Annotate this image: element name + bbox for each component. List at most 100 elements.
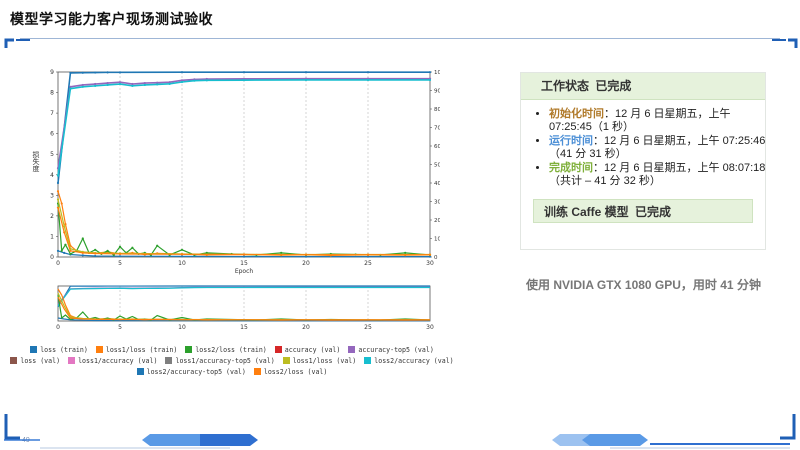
legend-swatch [364,357,372,364]
y-left-tick-label: 7 [50,110,54,117]
run-time-key: 运行时间 [549,135,593,147]
series-point [428,71,432,74]
work-status-label: 工作状态 [541,79,590,93]
series-point [242,253,246,256]
series-point [56,190,60,193]
legend-swatch [185,346,193,353]
chart-legend: loss (train) loss1/loss (train) loss2/loss… [10,344,454,377]
series-point [131,246,134,249]
series-point [156,83,159,86]
overview-x-tick-label: 10 [178,324,186,331]
bottom-right-decoration [552,414,796,449]
legend-item[interactable]: loss1/loss (val) [282,357,356,365]
legend-item[interactable]: loss2/loss (val) [253,367,328,376]
bottom-left-decoration [4,414,258,449]
series-point [56,249,60,252]
series-point [118,71,122,74]
series-point [180,253,184,256]
y-left-tick-label: 8 [50,90,54,97]
series-point [304,78,308,82]
training-chart: 0 0 5 5 10 10 15 15 20 20 25 25 30 30 0 1 2 3 4 5 6 7 8 9 0 10 20 3… [30,66,460,346]
series-point [64,243,67,246]
work-status-value: 已完成 [595,79,632,93]
series-point [69,71,72,75]
y-left-tick-label: 4 [50,172,54,179]
series-point [60,202,63,205]
series-point [168,82,171,85]
series-point [69,252,72,256]
legend-item[interactable]: loss2/accuracy-top5 (val) [136,368,246,376]
train-model-label: 训练 Caffe 模型 [544,205,629,219]
status-item-run: 运行时间：12 月 6 日星期五，上午 07:25:46（41 分 31 秒） [549,135,774,161]
top-left-corner-decoration [4,38,30,48]
series-point [404,251,407,254]
series-point [366,71,370,74]
legend-item[interactable]: loss2/accuracy (val) [364,357,454,365]
series-point [106,83,109,87]
legend-label: loss2/loss (val) [263,367,328,376]
series-point [428,78,432,82]
train-model-status: 训练 Caffe 模型 已完成 [533,199,753,223]
series-point [106,71,109,74]
series-point [56,174,60,177]
y-right-tick-label: 40 [434,181,440,187]
y-left-tick-label: 9 [50,69,54,76]
series-point [304,253,308,256]
series-point [280,251,283,254]
legend-item[interactable]: loss (train) [30,346,88,354]
series-point [180,255,184,258]
y-left-tick-label: 0 [50,254,54,261]
y-left-tick-label: 1 [50,233,54,240]
legend-swatch [10,357,18,364]
series-point [63,231,66,234]
overview-x-tick-label: 20 [302,324,310,331]
gpu-note: 使用 NVIDIA GTX 1080 GPU，用时 41 分钟 [526,278,761,292]
series-line-6 [57,199,430,256]
train-model-value: 已完成 [635,205,672,219]
legend-label: accuracy (val) [284,345,341,354]
status-item-done: 完成时间：12 月 6 日星期五，上午 08:07:18（共计 – 41 分 3… [549,162,774,188]
series-point [118,245,122,248]
legend-swatch [348,346,356,353]
legend-item[interactable]: loss1/loss (train) [95,345,178,354]
y-left-tick-label: 6 [50,131,54,138]
overview-x-tick-label: 5 [118,324,122,331]
series-point [94,252,97,255]
series-point [180,71,184,74]
y-right-tick-label: 80 [434,107,440,113]
series-point [69,87,72,90]
y-right-tick-label: 60 [434,144,440,150]
x-tick-label: 5 [118,260,122,267]
series-point [143,83,146,87]
x-tick-label: 25 [364,260,372,267]
legend-item[interactable]: accuracy (val) [274,345,341,354]
x-tick-label: 30 [426,260,434,267]
overview-series-line-7 [57,296,430,321]
series-point [60,249,63,252]
legend-item[interactable]: loss (val) [10,357,60,365]
legend-item[interactable]: loss1/accuracy (val) [68,357,157,365]
legend-item[interactable]: loss1/accuracy-top5 (val) [165,357,275,365]
legend-swatch [95,346,103,353]
y-right-tick-label: 70 [434,126,440,132]
done-time-key: 完成时间 [549,162,593,174]
legend-item[interactable]: accuracy-top5 (val) [348,346,434,354]
y-left-axis-label: 损失度 [32,150,40,173]
legend-label: loss1/loss (train) [105,345,178,354]
legend-item[interactable]: loss2/loss (train) [185,346,267,354]
y-right-tick-label: 90 [434,89,440,95]
series-point [69,249,72,252]
overview-x-tick-label: 25 [364,324,372,331]
series-point [304,71,308,74]
legend-label: loss1/accuracy (val) [78,356,158,365]
slide-title: 模型学习能力客户现场测试验收 [10,11,213,27]
y-left-tick-label: 5 [50,151,54,158]
series-point [242,71,246,74]
x-axis-label: Epoch [235,268,254,275]
y-right-tick-label: 0 [434,255,438,261]
x-tick-label: 10 [178,260,186,267]
series-point [193,79,196,82]
series-point [118,252,122,256]
legend-swatch [30,346,38,353]
series-point [118,82,122,86]
